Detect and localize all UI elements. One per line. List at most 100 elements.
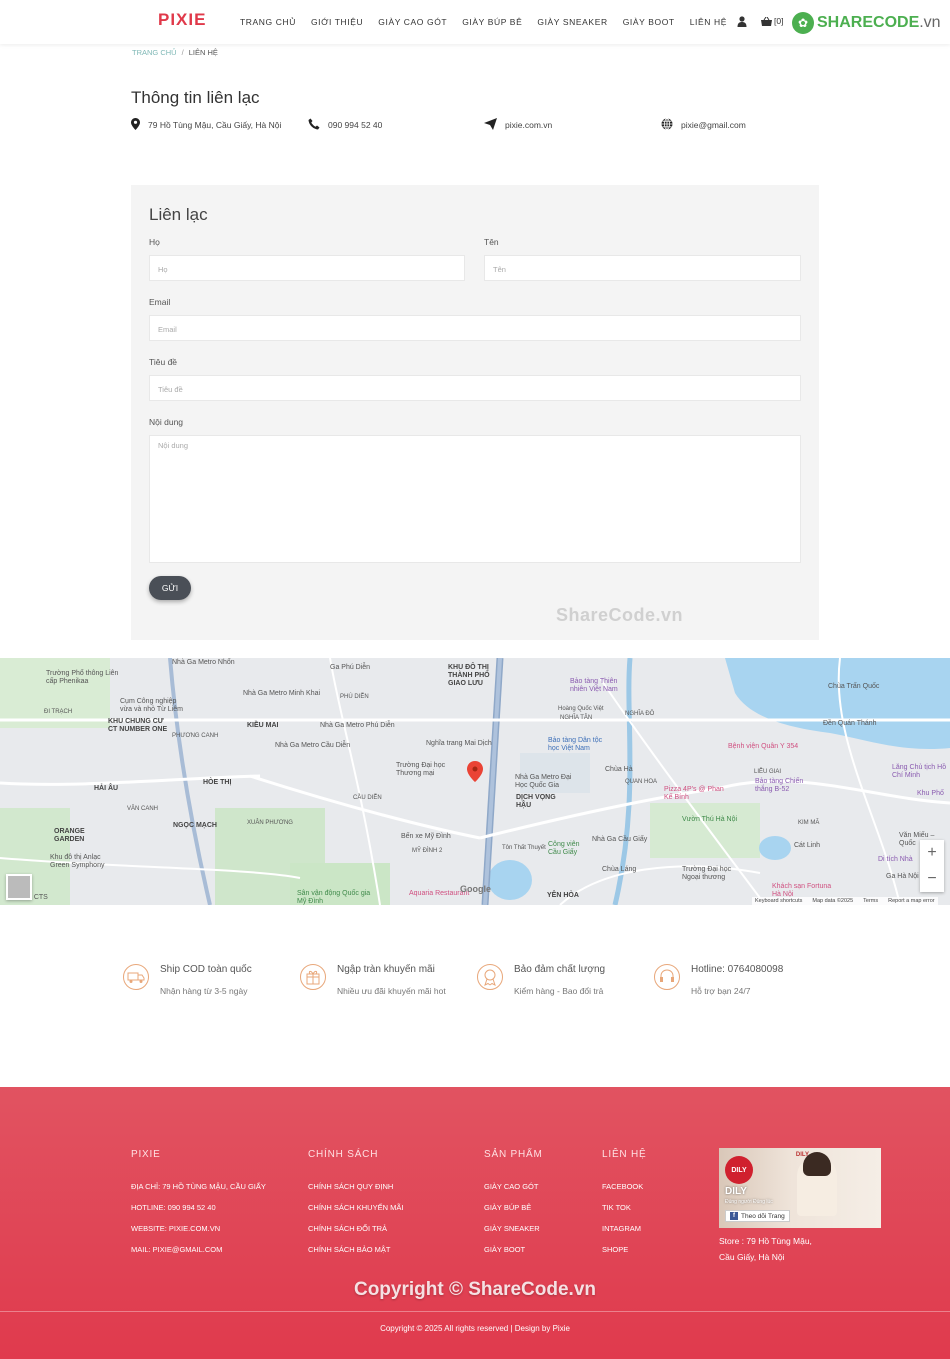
site-header: PIXIE TRANG CHỦ GIỚI THIỆU GIÀY CAO GÓT … xyxy=(0,0,950,44)
map-label: Tôn Thất Thuyết xyxy=(502,845,546,851)
phone-icon xyxy=(308,118,320,130)
google-map-logo: Google xyxy=(460,884,491,894)
user-icon[interactable] xyxy=(737,16,747,27)
breadcrumb: TRANG CHỦ / LIÊN HỆ xyxy=(132,48,218,57)
map-label: LIỄU GIAI xyxy=(754,769,782,775)
footer-link[interactable]: GIÀY BOOT xyxy=(484,1239,543,1260)
subject-label: Tiêu đề xyxy=(149,357,178,367)
gift-icon xyxy=(300,964,326,990)
footer-link[interactable]: GIÀY CAO GÓT xyxy=(484,1176,543,1197)
nav-item-home[interactable]: TRANG CHỦ xyxy=(240,17,296,27)
breadcrumb-current: LIÊN HỆ xyxy=(188,48,218,57)
footer-link[interactable]: INTAGRAM xyxy=(602,1218,647,1239)
google-map[interactable]: Nhà Ga Metro Nhổn Ga Phú Diễn KHU ĐÔ THỊ… xyxy=(0,658,950,905)
medal-icon xyxy=(477,964,503,990)
footer-heading: CHÍNH SÁCH xyxy=(308,1149,379,1160)
breadcrumb-home[interactable]: TRANG CHỦ xyxy=(132,48,177,57)
map-label: Công viên Cầu Giấy xyxy=(548,841,580,856)
store-address: Store : 79 Hồ Tùng Mậu, Cầu Giấy, Hà Nội xyxy=(719,1236,812,1262)
map-label: Bảo tàng Thiên nhiên Việt Nam xyxy=(570,678,618,693)
nav-item-sneakers[interactable]: GIÀY SNEAKER xyxy=(537,17,607,27)
feature-subtitle: Nhiều ưu đãi khuyến mãi hot xyxy=(337,986,446,996)
footer-link[interactable]: GIÀY SNEAKER xyxy=(484,1218,543,1239)
sharecode-logo-text: SHARECODE xyxy=(817,14,920,31)
keyboard-shortcuts-link[interactable]: Keyboard shortcuts xyxy=(755,898,802,904)
map-label: Sân vận động Quốc gia Mỹ Đình xyxy=(297,890,371,905)
map-label: ĐI TRẠCH xyxy=(44,709,73,715)
footer-link[interactable]: CHÍNH SÁCH KHUYẾN MÃI xyxy=(308,1197,403,1218)
contact-phone: 090 994 52 40 xyxy=(308,117,382,133)
email-field[interactable]: Email xyxy=(149,315,801,341)
map-label: Bệnh viện Quân Y 354 xyxy=(728,743,799,750)
contact-website-text[interactable]: pixie.com.vn xyxy=(505,117,552,133)
contact-info-title: Thông tin liên lạc xyxy=(131,88,260,107)
fb-follow-button[interactable]: f Theo dõi Trang xyxy=(725,1210,790,1222)
terms-link[interactable]: Terms xyxy=(863,898,878,904)
last-name-field[interactable]: Họ xyxy=(149,255,465,281)
feature-title: Hotline: 0764080098 xyxy=(691,964,784,975)
map-label: KIM MÃ xyxy=(798,820,820,826)
map-label: Vườn Thú Hà Nội xyxy=(682,816,738,823)
map-label: NGHĨA ĐÔ xyxy=(625,711,655,717)
map-label: NGỌC MẠCH xyxy=(173,822,217,829)
form-watermark: ShareCode.vn xyxy=(556,605,684,625)
footer-divider xyxy=(0,1311,950,1312)
first-name-label: Tên xyxy=(484,237,499,247)
facebook-page-widget[interactable]: DILY DILY DILY Đúng người Đúng lúc f The… xyxy=(719,1148,881,1228)
site-logo[interactable]: PIXIE xyxy=(158,10,206,30)
nav-item-flats[interactable]: GIÀY BÚP BÊ xyxy=(462,17,522,27)
footer-link[interactable]: SHOPE xyxy=(602,1239,647,1260)
footer-heading: SẢN PHẨM xyxy=(484,1149,543,1160)
map-label: KIỀU MAI xyxy=(247,722,279,729)
zoom-out-button[interactable]: − xyxy=(920,866,944,892)
contact-email-text[interactable]: pixie@gmail.com xyxy=(681,117,746,133)
map-label: Chùa Láng xyxy=(602,866,637,873)
map-label: Cụm Công nghiệp vừa và nhỏ Từ Liêm xyxy=(120,698,183,713)
footer-link[interactable]: TIK TOK xyxy=(602,1197,647,1218)
footer-link[interactable]: CHÍNH SÁCH QUY ĐỊNH xyxy=(308,1176,403,1197)
form-title: Liên lạc xyxy=(149,205,208,224)
first-name-field[interactable]: Tên xyxy=(484,255,801,281)
nav-item-high-heels[interactable]: GIÀY CAO GÓT xyxy=(378,17,447,27)
contact-address-text: 79 Hồ Tùng Mậu, Cầu Giấy, Hà Nội xyxy=(148,120,282,130)
nav-item-about[interactable]: GIỚI THIỆU xyxy=(311,17,363,27)
map-zoom-control: + − xyxy=(920,840,944,892)
basket-icon xyxy=(761,16,772,26)
map-label: Chùa Trấn Quốc xyxy=(828,683,880,690)
report-error-link[interactable]: Report a map error xyxy=(888,898,934,904)
contact-phone-text[interactable]: 090 994 52 40 xyxy=(328,117,382,133)
cart-button[interactable]: [0] xyxy=(761,16,783,26)
footer-link[interactable]: CHÍNH SÁCH BẢO MẬT xyxy=(308,1239,403,1260)
footer-heading: PIXIE xyxy=(131,1149,161,1160)
submit-button[interactable]: GỬI xyxy=(149,576,191,600)
map-label: NGHĨA TÂN xyxy=(560,715,593,721)
street-view-pegman[interactable] xyxy=(6,874,32,900)
map-label: HẢI ÂU xyxy=(94,785,119,792)
map-label: KHU CHUNG CƯ CT NUMBER ONE xyxy=(108,718,168,733)
map-label: Trường Đại học Thương mại xyxy=(396,762,446,777)
map-label: Đền Quán Thánh xyxy=(823,720,877,727)
map-label: Ga Hà Nội xyxy=(886,873,919,880)
truck-icon xyxy=(123,964,149,990)
map-label: Nhà Ga Metro Đại Học Quốc Gia xyxy=(515,774,572,789)
fb-cover-top-logo: DILY xyxy=(795,1152,809,1158)
feature-subtitle: Kiểm hàng - Bao đổi trả xyxy=(514,986,604,996)
footer-mail[interactable]: MAIL: PIXIE@GMAIL.COM xyxy=(131,1239,266,1260)
fb-page-name[interactable]: DILY xyxy=(725,1186,747,1197)
zoom-in-button[interactable]: + xyxy=(920,840,944,866)
footer-link[interactable]: CHÍNH SÁCH ĐỔI TRẢ xyxy=(308,1218,403,1239)
copyright-text: Copyright © 2025 All rights reserved | D… xyxy=(380,1324,570,1333)
footer-address: ĐỊA CHỈ: 79 HỒ TÙNG MẬU, CẦU GIẤY xyxy=(131,1182,266,1191)
map-label: KHU ĐÔ THỊ THÀNH PHỐ GIAO LƯU xyxy=(448,664,490,687)
breadcrumb-separator: / xyxy=(181,48,184,57)
footer-column-contact: LIÊN HỆ FACEBOOK TIK TOK INTAGRAM SHOPE xyxy=(602,1149,647,1260)
cart-count: [0] xyxy=(774,16,784,26)
message-textarea[interactable]: Nội dung xyxy=(149,435,801,563)
subject-field[interactable]: Tiêu đề xyxy=(149,375,801,401)
footer-website[interactable]: WEBSITE: PIXIE.COM.VN xyxy=(131,1218,266,1239)
footer-link[interactable]: GIÀY BÚP BÊ xyxy=(484,1197,543,1218)
nav-item-boots[interactable]: GIÀY BOOT xyxy=(623,17,675,27)
nav-item-contact[interactable]: LIÊN HỆ xyxy=(690,17,727,27)
contact-website: pixie.com.vn xyxy=(484,117,552,133)
footer-link[interactable]: FACEBOOK xyxy=(602,1176,647,1197)
